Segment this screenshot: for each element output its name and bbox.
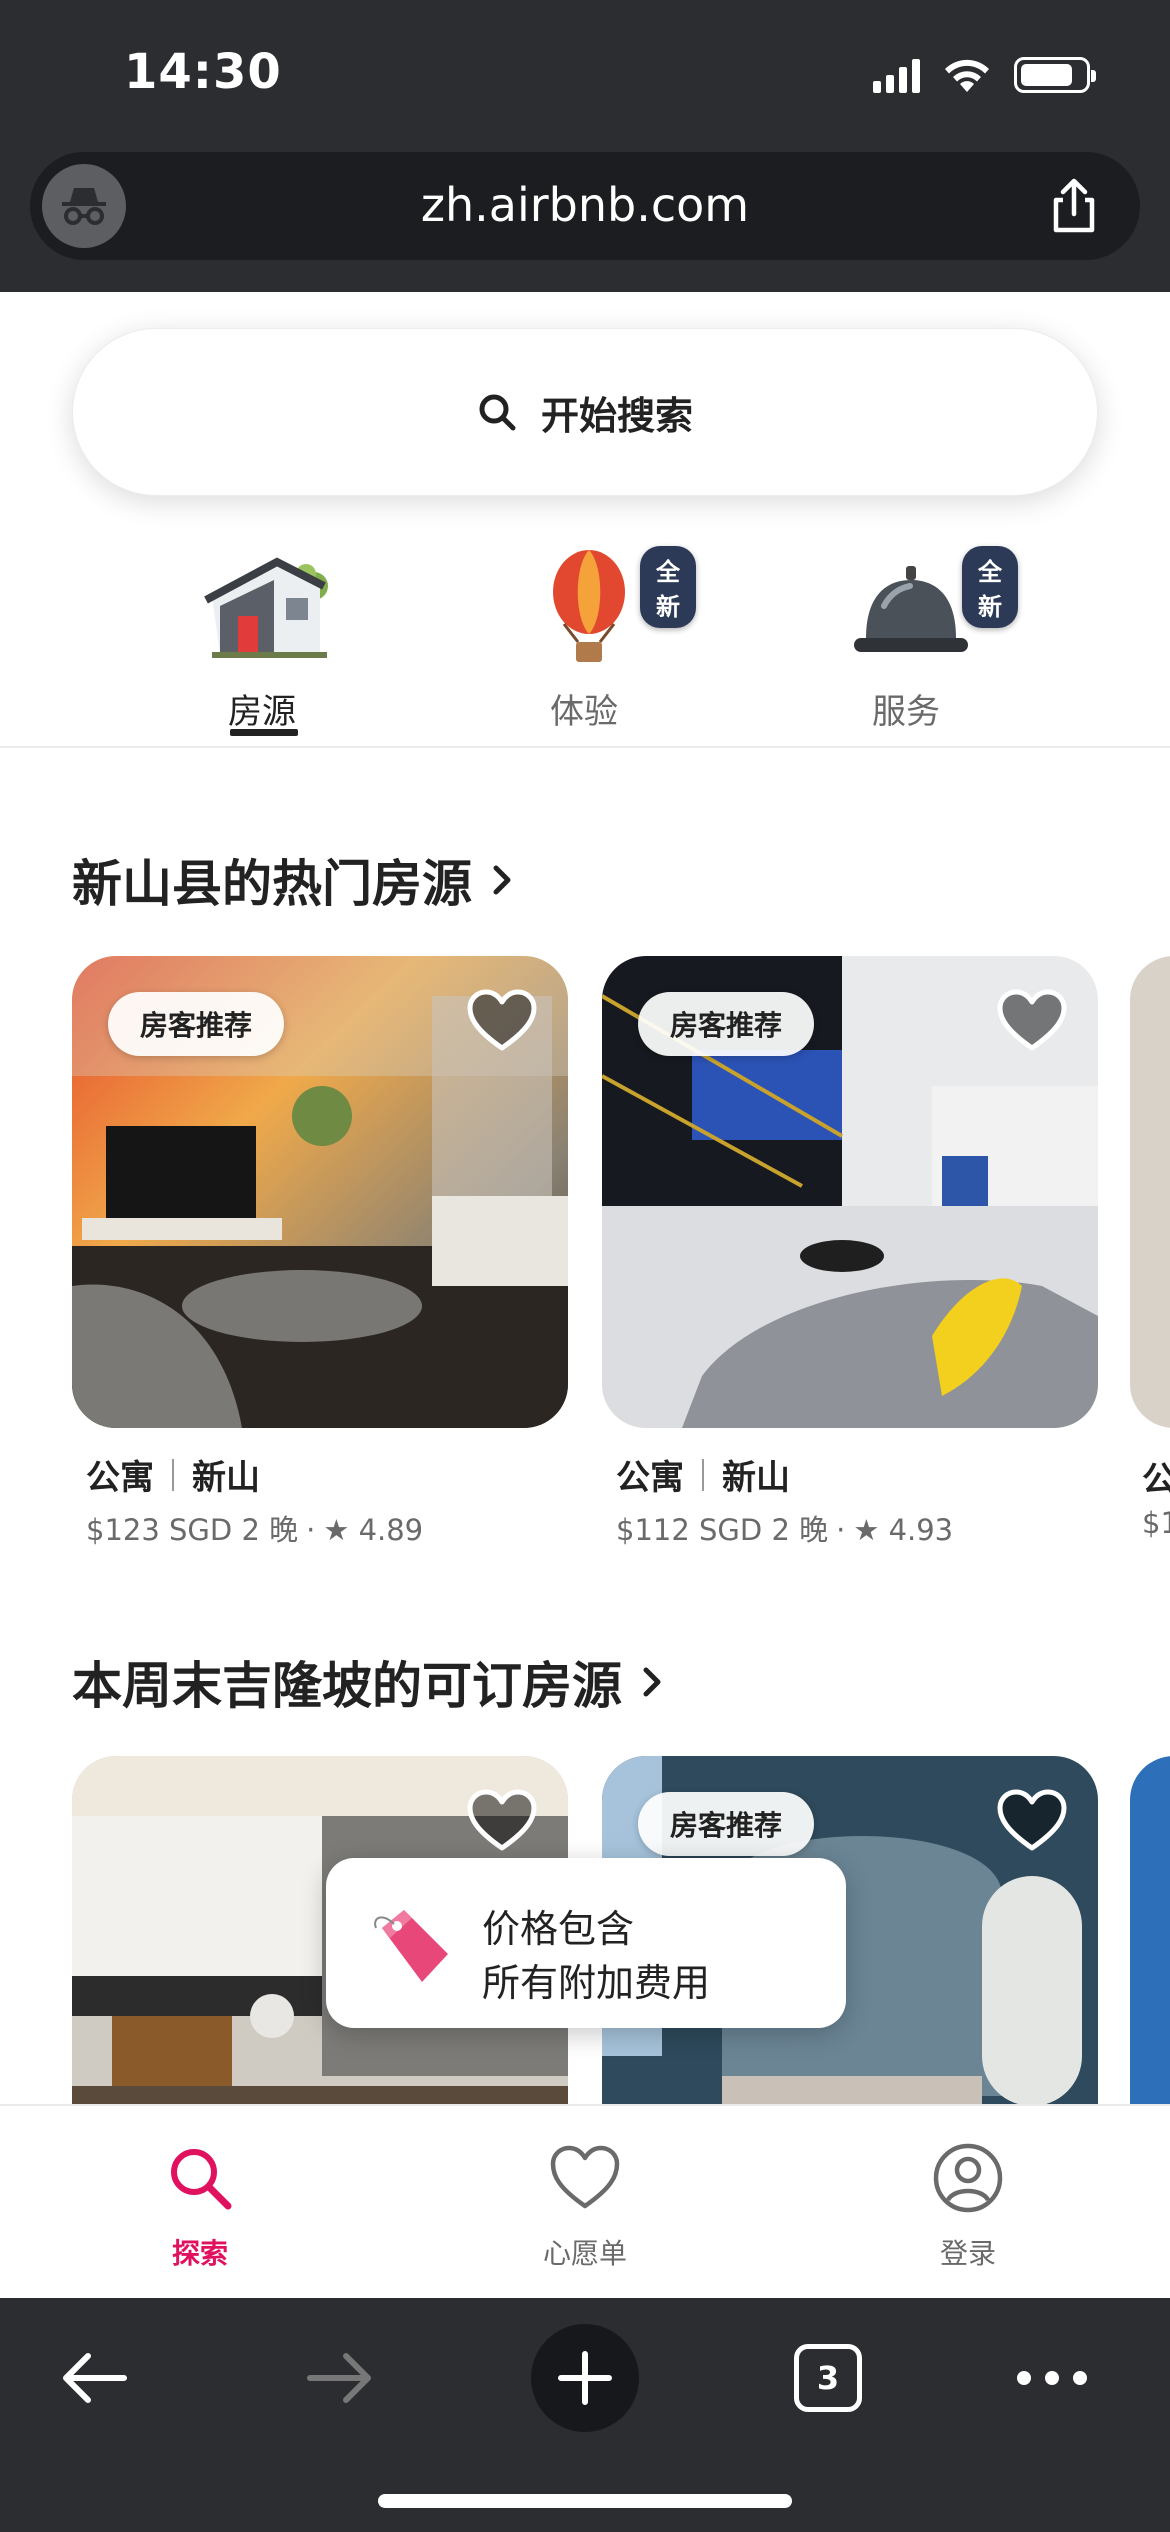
listing-rating: 4.93 — [888, 1513, 954, 1547]
separator — [172, 1458, 174, 1491]
hot-air-balloon-icon — [553, 550, 625, 662]
arrow-left-icon — [63, 2353, 127, 2403]
more-menu-button[interactable] — [1002, 2328, 1102, 2428]
plus-icon — [558, 2351, 612, 2405]
battery-icon — [1014, 57, 1096, 93]
listing-location: 新山 — [722, 1458, 790, 1498]
tab-login-label: 登录 — [939, 2237, 996, 2270]
status-time: 14:30 — [124, 44, 282, 100]
listing-price: $123 SGD 2 晚 — [86, 1513, 299, 1547]
browser-top-bar: 14:30 zh.airbnb.com — [0, 0, 1170, 292]
section-title-johor[interactable]: 新山县的热门房源 — [72, 844, 520, 916]
separator — [702, 1458, 704, 1491]
search-icon — [171, 2149, 232, 2210]
chevron-right-icon — [493, 865, 511, 895]
toast-line-2: 所有附加费用 — [482, 1961, 711, 2005]
url-bar[interactable]: zh.airbnb.com — [30, 152, 1140, 260]
guest-favorite-badge: 房客推荐 — [108, 992, 285, 1056]
listing-photo[interactable]: 房客推荐 — [72, 956, 568, 1428]
new-tab-button[interactable] — [531, 2324, 639, 2432]
tab-homes[interactable]: 房源 — [162, 524, 362, 746]
heart-icon — [550, 2145, 620, 2209]
peek-listing-price: $1 — [1142, 1506, 1170, 1540]
tab-services[interactable]: 全新 服务 — [806, 524, 1018, 746]
listing-title: 公寓 新山 — [86, 1450, 568, 1499]
profile-icon — [933, 2143, 1003, 2213]
search-label: 开始搜索 — [540, 393, 693, 438]
tab-wishlist-label: 心愿单 — [542, 2237, 627, 2270]
cellular-signal-icon — [873, 57, 920, 93]
share-icon[interactable] — [1044, 176, 1104, 236]
wifi-icon — [945, 59, 989, 92]
new-badge: 全新 — [962, 546, 1018, 628]
listing-price: $112 SGD 2 晚 — [616, 1513, 829, 1547]
price-tag-icon — [374, 1910, 448, 1982]
new-badge: 全新 — [640, 546, 696, 628]
forward-button[interactable] — [290, 2328, 390, 2428]
home-indicator — [378, 2494, 792, 2508]
heart-icon[interactable] — [466, 1788, 538, 1854]
heart-icon[interactable] — [996, 1788, 1068, 1854]
tab-homes-label: 房源 — [228, 692, 296, 732]
listing-card-peek[interactable] — [1130, 956, 1170, 1428]
tab-count: 3 — [794, 2344, 862, 2412]
listing-type: 公寓 — [616, 1458, 684, 1498]
listing-meta: $112 SGD 2 晚 · ★ 4.93 — [616, 1513, 954, 1547]
listing-meta: $123 SGD 2 晚 · ★ 4.89 — [86, 1513, 424, 1547]
star-icon: ★ — [323, 1513, 350, 1547]
status-icons — [873, 56, 1096, 94]
listing-type: 公寓 — [86, 1458, 154, 1498]
listing-title: 公寓 新山 — [616, 1450, 1098, 1499]
more-icon — [1017, 2371, 1087, 2385]
browser-bottom-toolbar: 3 — [0, 2298, 1170, 2532]
url-text[interactable]: zh.airbnb.com — [30, 178, 1140, 232]
listing-location: 新山 — [192, 1458, 260, 1498]
back-button[interactable] — [44, 2328, 144, 2428]
tab-explore-label: 探索 — [171, 2237, 228, 2270]
tab-services-label: 服务 — [872, 692, 940, 732]
search-button[interactable]: 开始搜索 — [72, 328, 1098, 496]
listing-photo[interactable]: 房客推荐 — [602, 956, 1098, 1428]
peek-listing-type: 公 — [1142, 1460, 1170, 1500]
bottom-tab-bar: 探索 心愿单 登录 — [0, 2104, 1170, 2298]
tabs-button[interactable]: 3 — [778, 2328, 878, 2428]
chevron-right-icon — [643, 1667, 661, 1697]
service-bell-icon — [854, 566, 968, 652]
listing-card[interactable]: 房客推荐 公寓 新山 $112 SGD 2 晚 · ★ 4.93 — [602, 956, 1098, 1549]
search-icon — [479, 394, 516, 431]
price-info-toast: 价格包含 所有附加费用 — [326, 1858, 846, 2028]
tab-login[interactable]: 登录 — [848, 2142, 1088, 2272]
heart-icon[interactable] — [466, 988, 538, 1054]
category-tabs: 房源 全新 体验 全新 服务 — [0, 524, 1170, 746]
toast-line-1: 价格包含 — [482, 1907, 635, 1951]
section-title-kuala-lumpur[interactable]: 本周末吉隆坡的可订房源 — [72, 1646, 670, 1718]
listing-rating: 4.89 — [358, 1513, 424, 1547]
tab-wishlist[interactable]: 心愿单 — [465, 2142, 705, 2272]
section-title-text: 本周末吉隆坡的可订房源 — [72, 1657, 622, 1715]
divider — [0, 746, 1170, 748]
listing-card[interactable]: 房客推荐 公寓 新山 $123 SGD 2 晚 · ★ 4.89 — [72, 956, 568, 1549]
tab-experiences[interactable]: 全新 体验 — [484, 524, 696, 746]
arrow-right-icon — [307, 2353, 371, 2403]
tab-experiences-label: 体验 — [550, 692, 618, 732]
guest-favorite-badge: 房客推荐 — [638, 992, 815, 1056]
house-icon — [204, 557, 328, 658]
tab-explore[interactable]: 探索 — [80, 2142, 320, 2272]
active-tab-indicator — [230, 729, 298, 736]
guest-favorite-badge: 房客推荐 — [638, 1792, 815, 1856]
star-icon: ★ — [853, 1513, 880, 1547]
section-title-text: 新山县的热门房源 — [72, 855, 472, 913]
heart-icon[interactable] — [996, 988, 1068, 1054]
